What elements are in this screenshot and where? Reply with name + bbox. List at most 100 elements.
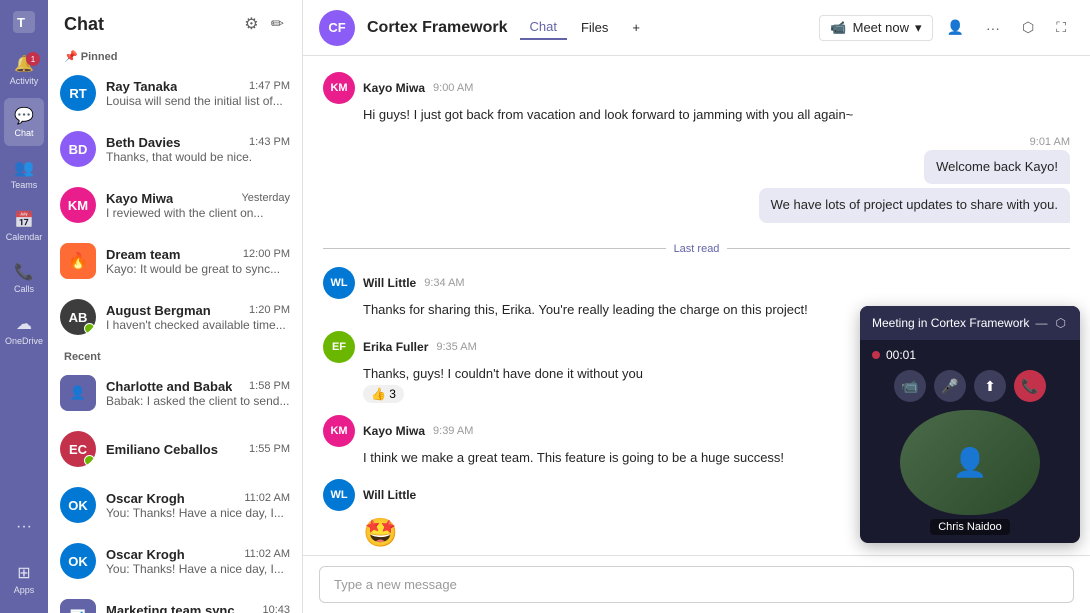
list-item[interactable]: 🔥 Dream team 12:00 PM Kayo: It would be … bbox=[48, 233, 302, 289]
avatar: BD bbox=[60, 131, 96, 167]
chat-info: Emiliano Ceballos 1:55 PM bbox=[106, 442, 290, 457]
list-item[interactable]: OK Oscar Krogh 11:02 AM You: Thanks! Hav… bbox=[48, 477, 302, 533]
recording-dot bbox=[872, 351, 880, 359]
sidebar-title: Chat bbox=[64, 14, 104, 35]
nav-item-teams[interactable]: 👥 Teams bbox=[4, 150, 44, 198]
main-chat-area: CF Cortex Framework Chat Files + 📹 Meet … bbox=[303, 0, 1090, 613]
chat-info: Charlotte and Babak 1:58 PM Babak: I ask… bbox=[106, 379, 290, 408]
avatar: WL bbox=[323, 267, 355, 299]
meeting-expand-button[interactable]: ⬡ bbox=[1054, 314, 1068, 332]
last-read-divider: Last read bbox=[323, 243, 1070, 255]
tab-chat[interactable]: Chat bbox=[520, 15, 567, 40]
message-input[interactable]: Type a new message bbox=[319, 566, 1074, 603]
add-tab-button[interactable]: + bbox=[622, 16, 650, 39]
list-item[interactable]: 👤 Charlotte and Babak 1:58 PM Babak: I a… bbox=[48, 365, 302, 421]
meeting-actions: 📹 🎤 ⬆ 📞 bbox=[894, 370, 1046, 402]
message-text: We have lots of project updates to share… bbox=[759, 188, 1070, 222]
nav-item-apps[interactable]: ⊞ Apps bbox=[4, 555, 44, 603]
meet-now-label: Meet now bbox=[853, 20, 909, 35]
meeting-share-button[interactable]: ⬆ bbox=[974, 370, 1006, 402]
message-text: Welcome back Kayo! bbox=[924, 150, 1070, 184]
compose-button[interactable]: ✏ bbox=[269, 12, 286, 36]
meeting-video-area: 👤 Chris Naidoo bbox=[872, 410, 1068, 535]
recent-section-label: Recent bbox=[48, 345, 302, 365]
group-avatar: 👤 bbox=[60, 375, 96, 411]
meet-now-button[interactable]: 📹 Meet now ▾ bbox=[819, 15, 932, 41]
top-bar-actions: 📹 Meet now ▾ 👤 ··· ⬡ ⛶ bbox=[819, 15, 1074, 41]
group-avatar: 🔥 bbox=[60, 243, 96, 279]
video-icon: 📹 bbox=[830, 20, 846, 36]
filter-button[interactable]: ⚙ bbox=[242, 12, 260, 36]
list-item[interactable]: BD Beth Davies 1:43 PM Thanks, that woul… bbox=[48, 121, 302, 177]
fullscreen-icon: ⛶ bbox=[1056, 19, 1066, 36]
meeting-video-button[interactable]: 📹 bbox=[894, 370, 926, 402]
calls-icon: 📞 bbox=[14, 262, 34, 282]
participant-video: 👤 bbox=[900, 410, 1040, 515]
onedrive-icon: ☁ bbox=[16, 314, 32, 334]
meeting-popup: Meeting in Cortex Framework — ⬡ 00:01 📹 … bbox=[860, 306, 1080, 543]
list-item[interactable]: OK Oscar Krogh 11:02 AM You: Thanks! Hav… bbox=[48, 533, 302, 589]
nav-item-calendar[interactable]: 📅 Calendar bbox=[4, 202, 44, 250]
fullscreen-button[interactable]: ⛶ bbox=[1048, 15, 1074, 40]
chat-tabs: Chat Files + bbox=[520, 15, 651, 40]
nav-item-calls[interactable]: 📞 Calls bbox=[4, 254, 44, 302]
more-icon: ··· bbox=[986, 20, 1000, 36]
group-avatar: 📊 bbox=[60, 599, 96, 613]
participants-icon: 👤 bbox=[947, 19, 964, 36]
group-chat-avatar: CF bbox=[319, 10, 355, 46]
nav-item-chat[interactable]: 💬 Chat bbox=[4, 98, 44, 146]
chat-info: Beth Davies 1:43 PM Thanks, that would b… bbox=[106, 135, 290, 164]
teams-icon: 👥 bbox=[14, 158, 34, 178]
popout-button[interactable]: ⬡ bbox=[1014, 15, 1042, 40]
chat-info: Kayo Miwa Yesterday I reviewed with the … bbox=[106, 191, 290, 220]
meeting-mic-button[interactable]: 🎤 bbox=[934, 370, 966, 402]
chat-info: Marketing team sync 10:43 I think Babak … bbox=[106, 603, 290, 613]
timer-display: 00:01 bbox=[886, 348, 916, 362]
list-item[interactable]: KM Kayo Miwa Yesterday I reviewed with t… bbox=[48, 177, 302, 233]
message-input-area: Type a new message bbox=[303, 555, 1090, 613]
meeting-end-button[interactable]: 📞 bbox=[1014, 370, 1046, 402]
chat-info: Dream team 12:00 PM Kayo: It would be gr… bbox=[106, 247, 290, 276]
list-item[interactable]: EC Emiliano Ceballos 1:55 PM bbox=[48, 421, 302, 477]
nav-item-onedrive[interactable]: ☁ OneDrive bbox=[4, 306, 44, 354]
calendar-icon: 📅 bbox=[14, 210, 34, 230]
meeting-timer: 00:01 bbox=[872, 348, 1068, 362]
sidebar-header: Chat ⚙ ✏ bbox=[48, 0, 302, 44]
list-item[interactable]: 📊 Marketing team sync 10:43 I think Baba… bbox=[48, 589, 302, 613]
more-options-button[interactable]: ··· bbox=[978, 16, 1008, 40]
reaction-chip[interactable]: 👍 3 bbox=[363, 385, 404, 403]
popout-icon: ⬡ bbox=[1022, 19, 1034, 36]
avatar: AB bbox=[60, 299, 96, 335]
participants-button[interactable]: 👤 bbox=[939, 15, 972, 40]
message-input-placeholder: Type a new message bbox=[334, 577, 457, 592]
meeting-popup-header: Meeting in Cortex Framework — ⬡ bbox=[860, 306, 1080, 340]
avatar: KM bbox=[60, 187, 96, 223]
message-group: Welcome back Kayo! bbox=[924, 150, 1070, 184]
list-item[interactable]: RT Ray Tanaka 1:47 PM Louisa will send t… bbox=[48, 65, 302, 121]
avatar: OK bbox=[60, 543, 96, 579]
message-text: Hi guys! I just got back from vacation a… bbox=[363, 106, 1070, 124]
sidebar-action-buttons: ⚙ ✏ bbox=[242, 12, 286, 36]
list-item[interactable]: AB August Bergman 1:20 PM I haven't chec… bbox=[48, 289, 302, 345]
meeting-body: 00:01 📹 🎤 ⬆ 📞 👤 Chris Naidoo bbox=[860, 340, 1080, 543]
chat-info: Oscar Krogh 11:02 AM You: Thanks! Have a… bbox=[106, 547, 290, 576]
message-group: KM Kayo Miwa 9:00 AM Hi guys! I just got… bbox=[323, 72, 1070, 124]
message-group: We have lots of project updates to share… bbox=[759, 188, 1070, 222]
chat-title: Cortex Framework bbox=[367, 19, 508, 37]
tab-files[interactable]: Files bbox=[571, 16, 618, 39]
chat-info: Ray Tanaka 1:47 PM Louisa will send the … bbox=[106, 79, 290, 108]
avatar: EF bbox=[323, 331, 355, 363]
pinned-section-label: 📌 Pinned bbox=[48, 44, 302, 65]
meeting-title: Meeting in Cortex Framework bbox=[872, 316, 1029, 330]
activity-badge: 1 bbox=[26, 52, 40, 66]
meeting-minimize-button[interactable]: — bbox=[1034, 314, 1050, 332]
chevron-down-icon: ▾ bbox=[915, 20, 922, 36]
nav-item-activity[interactable]: 🔔 Activity 1 bbox=[4, 46, 44, 94]
avatar: KM bbox=[323, 72, 355, 104]
chat-info: August Bergman 1:20 PM I haven't checked… bbox=[106, 303, 290, 332]
avatar: WL bbox=[323, 479, 355, 511]
message-group-self: 9:01 AM Welcome back Kayo! We have lots … bbox=[323, 136, 1070, 222]
nav-item-more[interactable]: ··· bbox=[4, 503, 44, 551]
avatar: RT bbox=[60, 75, 96, 111]
chat-top-bar: CF Cortex Framework Chat Files + 📹 Meet … bbox=[303, 0, 1090, 56]
